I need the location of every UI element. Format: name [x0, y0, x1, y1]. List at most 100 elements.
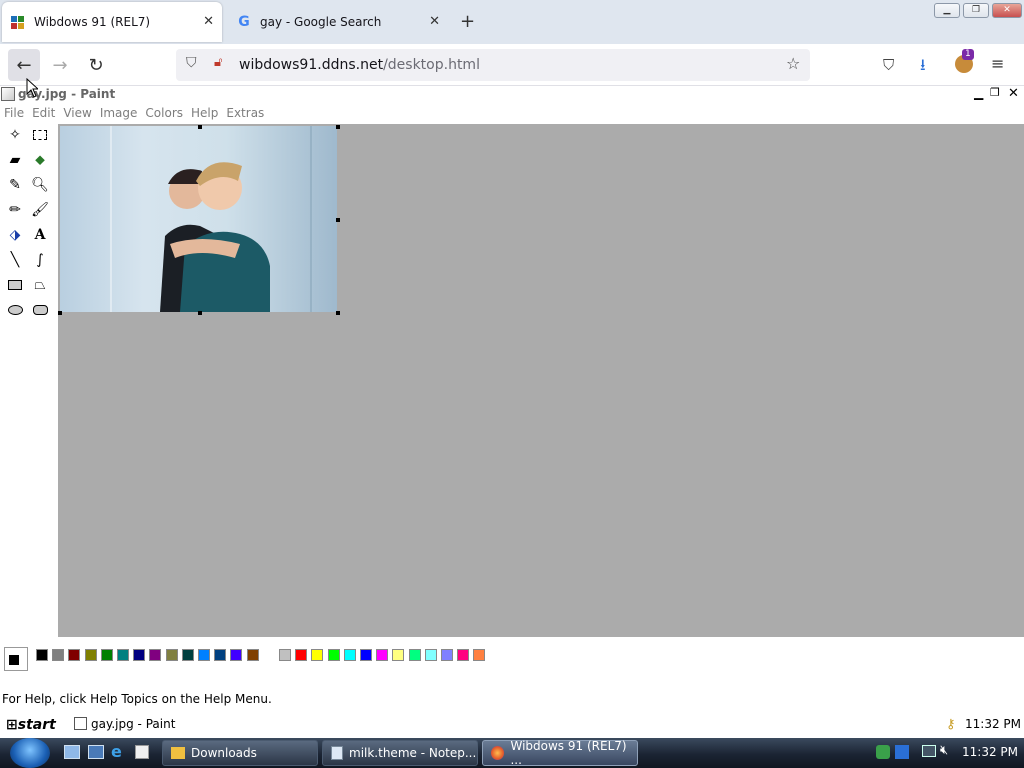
bookmark-star-icon[interactable]: ☆: [786, 54, 800, 73]
browser-tab-strip: Wibdows 91 (REL7) ✕ G gay - Google Searc…: [0, 0, 1024, 44]
palette-swatch[interactable]: [198, 649, 210, 661]
flag-icon[interactable]: [895, 745, 909, 759]
resize-handle[interactable]: [198, 125, 202, 129]
win7-start-orb[interactable]: [10, 738, 50, 768]
menu-extras[interactable]: Extras: [222, 104, 268, 122]
palette-swatch[interactable]: [473, 649, 486, 661]
curve-tool-icon[interactable]: ∫: [29, 249, 51, 271]
palette-swatch[interactable]: [100, 649, 113, 661]
palette-swatch[interactable]: [424, 649, 437, 661]
paint-minimize-button[interactable]: ▁: [974, 86, 983, 100]
url-bar[interactable]: ⛉ 🔓︎ wibdows91.ddns.net/desktop.html ☆: [176, 49, 810, 81]
palette-swatch[interactable]: [262, 649, 275, 661]
reload-button[interactable]: ↻: [80, 49, 112, 81]
rectangle-tool-icon[interactable]: [4, 274, 26, 296]
polygon-tool-icon[interactable]: ⏢: [29, 274, 51, 296]
pocket-icon[interactable]: ⛉: [883, 56, 894, 74]
resize-handle[interactable]: [58, 311, 62, 315]
palette-swatch[interactable]: [327, 649, 340, 661]
close-tab-icon[interactable]: ✕: [203, 14, 214, 29]
menu-colors[interactable]: Colors: [141, 104, 187, 122]
palette-swatch[interactable]: [441, 649, 453, 661]
palette-swatch[interactable]: [360, 649, 372, 661]
palette-swatch[interactable]: [279, 649, 291, 661]
palette-swatch[interactable]: [343, 649, 356, 661]
ie-icon[interactable]: e: [111, 742, 122, 761]
palette-swatch[interactable]: [117, 649, 129, 661]
resize-handle[interactable]: [198, 311, 202, 315]
task-notepad[interactable]: milk.theme - Notep...: [322, 740, 478, 766]
free-select-icon[interactable]: ✧: [4, 124, 26, 146]
resize-handle[interactable]: [336, 218, 340, 222]
resize-handle[interactable]: [336, 311, 340, 315]
rounded-rect-tool-icon[interactable]: [29, 299, 51, 321]
menu-image[interactable]: Image: [96, 104, 142, 122]
shield-icon[interactable]: ⛉: [186, 55, 197, 71]
airbrush-icon[interactable]: ⬗: [4, 224, 26, 246]
palette-swatch[interactable]: [457, 649, 470, 661]
foreground-color[interactable]: [9, 655, 19, 665]
menu-help[interactable]: Help: [187, 104, 222, 122]
close-tab-icon[interactable]: ✕: [429, 14, 440, 29]
menu-file[interactable]: File: [0, 104, 28, 122]
palette-swatch[interactable]: [36, 649, 48, 661]
w91-task-paint[interactable]: gay.jpg - Paint: [74, 717, 175, 731]
network-icon[interactable]: [876, 745, 890, 759]
palette-swatch[interactable]: [295, 649, 308, 661]
lock-icon[interactable]: 🔓︎: [214, 55, 222, 70]
text-tool-icon[interactable]: A: [29, 224, 51, 246]
close-window-button[interactable]: ✕: [992, 3, 1022, 18]
app-menu-icon[interactable]: ≡: [991, 54, 1004, 73]
back-button[interactable]: ←: [8, 49, 40, 81]
palette-swatch[interactable]: [52, 649, 65, 661]
google-favicon-icon: G: [238, 14, 250, 30]
palette-swatch[interactable]: [376, 649, 389, 661]
palette-swatch[interactable]: [311, 649, 324, 661]
new-tab-icon[interactable]: +: [460, 11, 475, 32]
palette-swatch[interactable]: [230, 649, 243, 661]
palette-swatch[interactable]: [181, 649, 194, 661]
current-colors[interactable]: [4, 647, 28, 671]
w91-clock: 11:32 PM: [965, 717, 1021, 731]
palette-swatch[interactable]: [246, 649, 259, 661]
palette-swatch[interactable]: [165, 649, 178, 661]
eraser-icon[interactable]: ▰: [4, 149, 26, 171]
pencil-icon[interactable]: ✏︎: [4, 199, 26, 221]
paint-close-button[interactable]: ✕: [1008, 86, 1019, 101]
palette-swatch[interactable]: [392, 649, 405, 661]
forward-button[interactable]: →: [44, 49, 76, 81]
rect-select-icon[interactable]: [29, 124, 51, 146]
download-icon[interactable]: ⭳: [920, 54, 926, 81]
minimize-button[interactable]: ▁: [934, 3, 960, 18]
resize-handle[interactable]: [336, 125, 340, 129]
magnifier-icon[interactable]: 🔍︎: [29, 174, 51, 196]
menu-view[interactable]: View: [59, 104, 95, 122]
color-picker-icon[interactable]: ✎: [4, 174, 26, 196]
palette-swatch[interactable]: [68, 649, 81, 661]
canvas-image[interactable]: [60, 126, 337, 312]
w91-start-button[interactable]: ⊞start: [6, 717, 56, 733]
fill-bucket-icon[interactable]: ⬥: [29, 149, 51, 171]
palette-swatch[interactable]: [84, 649, 97, 661]
paint-status-bar: For Help, click Help Topics on the Help …: [2, 692, 272, 706]
palette-swatch[interactable]: [133, 649, 146, 661]
menu-edit[interactable]: Edit: [28, 104, 59, 122]
palette-swatch[interactable]: [149, 649, 162, 661]
win7-clock[interactable]: 11:32 PM: [962, 745, 1018, 759]
quicklaunch-icon[interactable]: [135, 745, 149, 759]
monitor-icon[interactable]: [922, 745, 936, 757]
paint-maximize-button[interactable]: ❐: [990, 86, 1000, 99]
show-desktop-icon[interactable]: [64, 745, 80, 759]
task-firefox[interactable]: Wibdows 91 (REL7) ...: [482, 739, 638, 767]
tab-google-search[interactable]: G gay - Google Search ✕: [228, 2, 448, 42]
tab-wibdows91[interactable]: Wibdows 91 (REL7) ✕: [2, 2, 222, 42]
ellipse-tool-icon[interactable]: [4, 299, 26, 321]
palette-swatch[interactable]: [408, 649, 421, 661]
task-downloads[interactable]: Downloads: [162, 740, 318, 766]
volume-muted-icon[interactable]: 🔇︎: [940, 743, 948, 758]
restore-button[interactable]: ❐: [963, 3, 989, 18]
palette-swatch[interactable]: [214, 649, 227, 661]
switch-windows-icon[interactable]: [88, 745, 104, 759]
line-tool-icon[interactable]: ╲: [4, 249, 26, 271]
brush-icon[interactable]: 🖌︎: [29, 199, 51, 221]
